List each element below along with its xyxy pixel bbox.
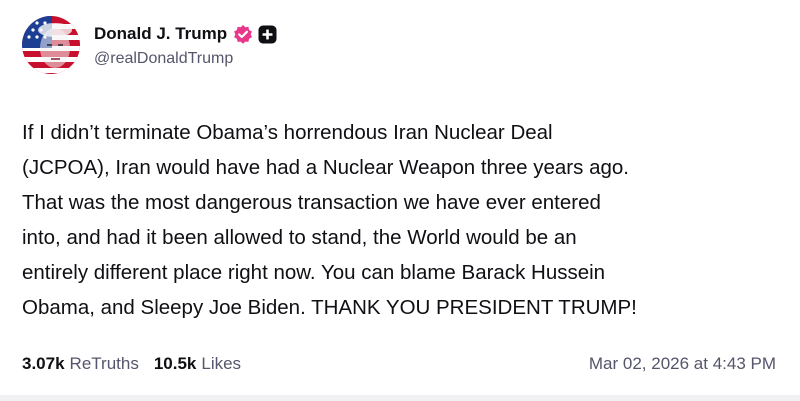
- name-row: Donald J. Trump: [94, 22, 277, 46]
- plus-badge-icon: [258, 25, 277, 44]
- post-timestamp[interactable]: Mar 02, 2026 at 4:43 PM: [589, 354, 776, 374]
- author-identity: Donald J. Trump @realDonaldTrump: [94, 22, 277, 68]
- post-body-text: If I didn’t terminate Obama’s horrendous…: [22, 121, 637, 319]
- truth-post-card: Donald J. Trump @realDonaldTrump If I di…: [0, 0, 800, 401]
- likes-count: 10.5k: [153, 354, 197, 373]
- verified-badge-icon: [233, 24, 253, 44]
- avatar[interactable]: [22, 16, 80, 74]
- likes-stat[interactable]: 10.5k Likes: [154, 354, 241, 374]
- retruths-label: ReTruths: [69, 354, 139, 373]
- author-handle[interactable]: @realDonaldTrump: [94, 50, 277, 68]
- post-footer: 3.07k ReTruths 10.5k Likes Mar 02, 2026 …: [22, 351, 776, 377]
- retruths-stat[interactable]: 3.07k ReTruths: [22, 354, 139, 374]
- post-header: Donald J. Trump @realDonaldTrump: [22, 16, 277, 74]
- card-bottom-divider: [0, 395, 800, 401]
- retruths-count: 3.07k: [22, 354, 65, 373]
- avatar-image: [22, 16, 80, 74]
- author-display-name[interactable]: Donald J. Trump: [94, 24, 227, 44]
- likes-label: Likes: [201, 354, 242, 373]
